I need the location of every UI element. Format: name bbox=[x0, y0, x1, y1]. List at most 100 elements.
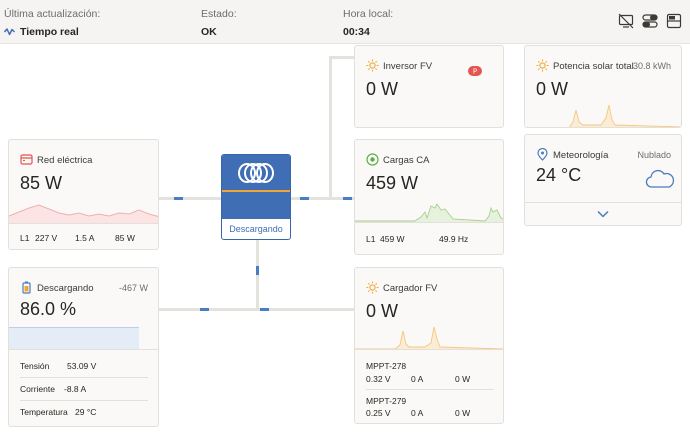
mppt-power: 0 W bbox=[455, 408, 471, 418]
pv-charger-power: 0 W bbox=[366, 301, 399, 321]
grid-current: 1.5 A bbox=[75, 233, 95, 243]
header-actions bbox=[618, 13, 682, 29]
mppt-current: 0 A bbox=[411, 374, 424, 384]
mppt-voltage: 0.32 V bbox=[366, 374, 391, 384]
sun-icon bbox=[366, 281, 379, 294]
solar-total-sparkline bbox=[569, 104, 681, 127]
flow-dot bbox=[174, 197, 183, 200]
victron-logo-icon bbox=[238, 163, 274, 183]
grid-title: Red eléctrica bbox=[37, 155, 93, 166]
remote-console-icon[interactable] bbox=[618, 13, 634, 29]
inverter-charger[interactable]: Descargando bbox=[221, 154, 291, 240]
grid-divider bbox=[9, 223, 158, 224]
local-time-section: Hora local: 00:34 bbox=[343, 8, 393, 38]
pv-charger-card[interactable]: Cargador FV 0 W MPPT-278 0.32 V 0 A 0 W … bbox=[354, 267, 504, 424]
grid-phase-power: 85 W bbox=[115, 233, 135, 243]
connector-pvinverter-stub bbox=[329, 56, 354, 59]
grid-sparkline bbox=[9, 204, 158, 224]
battery-soc-bar bbox=[9, 327, 139, 349]
battery-voltage-label: Tensión bbox=[20, 361, 50, 371]
weather-divider bbox=[525, 202, 681, 203]
last-update-label: Última actualización: bbox=[4, 8, 101, 20]
weather-condition: Nublado bbox=[637, 150, 671, 160]
flow-dot bbox=[300, 197, 309, 200]
layout-icon[interactable] bbox=[666, 13, 682, 29]
grid-voltage: 227 V bbox=[35, 233, 58, 243]
last-update-value: Tiempo real bbox=[4, 26, 100, 38]
local-time-value: 00:34 bbox=[343, 26, 370, 38]
battery-soc: 86.0 % bbox=[20, 299, 77, 319]
battery-divider bbox=[9, 349, 158, 350]
pv-charger-sparkline bbox=[355, 326, 503, 350]
weather-title: Meteorología bbox=[553, 150, 609, 161]
battery-icon bbox=[22, 281, 31, 294]
loads-icon bbox=[366, 153, 379, 166]
pv-inverter-power: 0 W bbox=[366, 79, 399, 99]
mppt-row-divider bbox=[366, 389, 494, 390]
battery-temp-label: Temperatura bbox=[20, 407, 68, 417]
mppt-name: MPPT-279 bbox=[366, 396, 407, 406]
battery-current-label: Corriente bbox=[20, 384, 55, 394]
header-bar: Última actualización: Tiempo real Estado… bbox=[0, 0, 690, 44]
ac-loads-sparkline bbox=[355, 203, 503, 222]
grid-icon bbox=[20, 154, 33, 165]
last-update-text: Tiempo real bbox=[20, 26, 79, 38]
battery-card[interactable]: Descargando -467 W 86.0 % Tensión 53.09 … bbox=[8, 267, 159, 427]
ac-loads-phase: L1 bbox=[366, 234, 376, 244]
last-update-section: Última actualización: Tiempo real bbox=[4, 8, 100, 38]
svg-text:P: P bbox=[473, 68, 477, 76]
grid-phase: L1 bbox=[20, 233, 30, 243]
connector-grid-inverter bbox=[159, 197, 221, 200]
solar-total-title: Potencia solar total bbox=[553, 61, 634, 72]
inverter-stripe bbox=[222, 190, 290, 192]
mppt-power: 0 W bbox=[455, 374, 471, 384]
status-label: Estado: bbox=[201, 8, 237, 20]
realtime-icon bbox=[4, 28, 15, 36]
grid-card[interactable]: Red eléctrica 85 W L1 227 V 1.5 A 85 W bbox=[8, 139, 159, 250]
connector-pvinverter-bus bbox=[329, 56, 332, 200]
solar-total-card[interactable]: Potencia solar total 30.8 kWh 0 W bbox=[524, 45, 682, 128]
ac-loads-card[interactable]: Cargas CA 459 W L1 459 W 49.9 Hz bbox=[354, 139, 504, 255]
pv-charger-title: Cargador FV bbox=[383, 283, 438, 294]
mppt-current: 0 A bbox=[411, 408, 424, 418]
ac-loads-frequency: 49.9 Hz bbox=[439, 234, 469, 244]
pv-inverter-title: Inversor FV bbox=[383, 61, 433, 72]
toggle-icon[interactable] bbox=[642, 13, 658, 29]
status-value: OK bbox=[201, 26, 217, 38]
pv-charger-divider bbox=[355, 349, 503, 350]
battery-row-divider bbox=[20, 400, 148, 401]
location-pin-icon bbox=[537, 148, 548, 161]
sun-icon bbox=[536, 59, 549, 72]
ac-loads-power: 459 W bbox=[366, 173, 419, 193]
weather-card[interactable]: Meteorología Nublado 24 °C bbox=[524, 134, 682, 226]
weather-temp: 24 °C bbox=[536, 165, 582, 185]
cloud-icon bbox=[645, 169, 675, 188]
sun-icon bbox=[366, 59, 379, 72]
local-time-label: Hora local: bbox=[343, 8, 394, 20]
solar-total-power: 0 W bbox=[536, 79, 569, 99]
battery-power: -467 W bbox=[118, 283, 148, 293]
connector-inverter-dcbus bbox=[256, 240, 259, 310]
battery-current: -8.8 A bbox=[64, 384, 87, 394]
solar-total-energy: 30.8 kWh bbox=[632, 61, 671, 71]
flow-dot bbox=[200, 308, 209, 311]
chevron-down-icon[interactable] bbox=[597, 210, 609, 218]
inverter-panel bbox=[222, 155, 290, 219]
status-section: Estado: OK bbox=[201, 8, 237, 38]
battery-title: Descargando bbox=[37, 283, 94, 294]
ac-loads-divider bbox=[355, 222, 503, 223]
mppt-name: MPPT-278 bbox=[366, 361, 407, 371]
mppt-voltage: 0.25 V bbox=[366, 408, 391, 418]
flow-dot bbox=[343, 197, 352, 200]
alarm-badge-icon[interactable]: P bbox=[468, 66, 482, 76]
flow-dot bbox=[260, 308, 269, 311]
grid-power: 85 W bbox=[20, 173, 63, 193]
pv-inverter-card[interactable]: Inversor FV P 0 W bbox=[354, 45, 504, 128]
battery-temp: 29 °C bbox=[75, 407, 97, 417]
ac-loads-title: Cargas CA bbox=[383, 155, 430, 166]
ac-loads-phase-power: 459 W bbox=[380, 234, 405, 244]
battery-voltage: 53.09 V bbox=[67, 361, 97, 371]
battery-row-divider bbox=[20, 377, 148, 378]
connector-battery-pvcharger bbox=[159, 308, 354, 311]
flow-dot bbox=[256, 266, 259, 275]
